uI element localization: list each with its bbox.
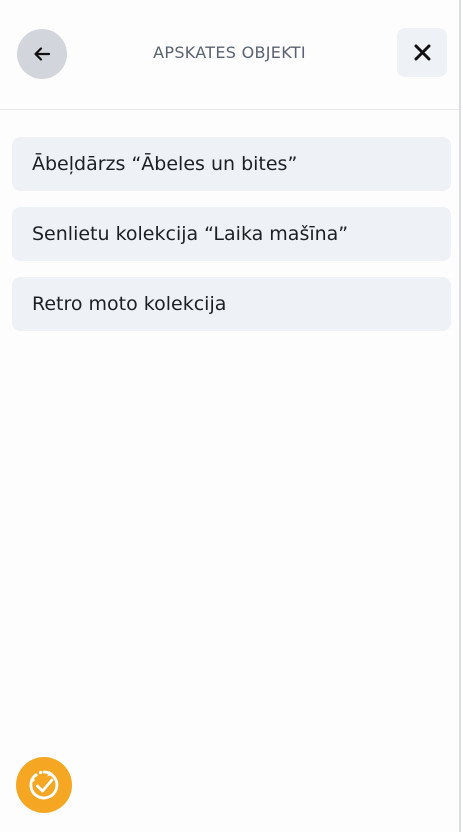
list-item[interactable]: Retro moto kolekcija bbox=[12, 277, 451, 331]
list-item-label: Ābeļdārzs “Ābeles un bites” bbox=[32, 153, 298, 175]
panel-header: APSKATES OBJEKTI bbox=[0, 0, 459, 110]
side-panel: APSKATES OBJEKTI Ābeļdārzs “Ābeles un bi… bbox=[0, 0, 461, 832]
accessibility-button[interactable] bbox=[16, 757, 72, 813]
objects-list: Ābeļdārzs “Ābeles un bites” Senlietu kol… bbox=[12, 137, 451, 347]
close-button[interactable] bbox=[397, 28, 447, 77]
list-item-label: Retro moto kolekcija bbox=[32, 293, 227, 315]
list-item[interactable]: Senlietu kolekcija “Laika mašīna” bbox=[12, 207, 451, 261]
page-title: APSKATES OBJEKTI bbox=[153, 43, 306, 62]
clock-check-icon bbox=[29, 770, 59, 800]
close-icon bbox=[414, 44, 430, 61]
list-item-label: Senlietu kolekcija “Laika mašīna” bbox=[32, 223, 349, 245]
list-item[interactable]: Ābeļdārzs “Ābeles un bites” bbox=[12, 137, 451, 191]
